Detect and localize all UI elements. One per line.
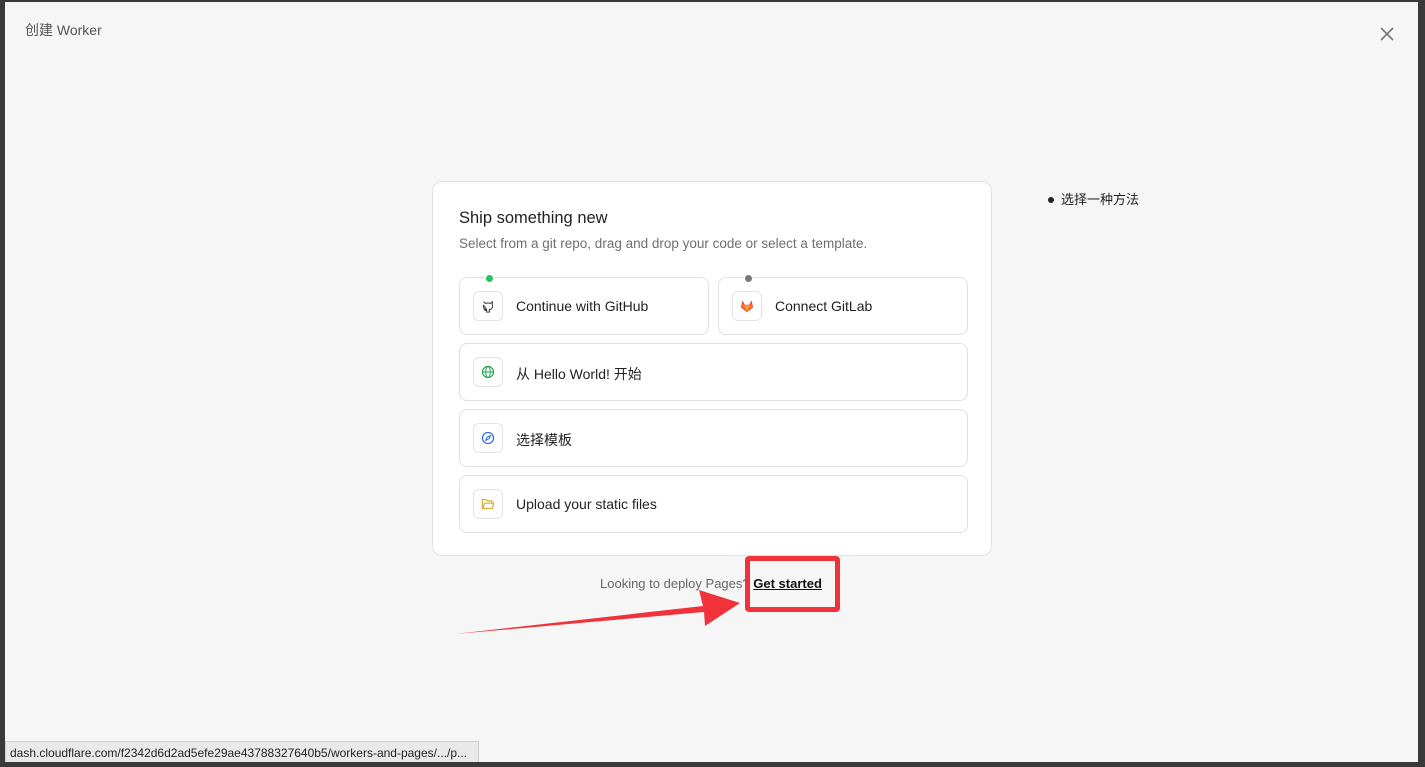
github-status-dot [485,274,494,283]
github-label: Continue with GitHub [516,298,649,314]
close-icon [1380,27,1394,41]
github-icon [482,301,494,313]
folder-icon-box [473,489,503,519]
globe-icon-box [473,357,503,387]
globe-icon [481,365,495,379]
status-bar-url: dash.cloudflare.com/f2342d6d2ad5efe29ae4… [5,741,479,762]
annotation-arrow-icon [455,590,740,634]
side-note-text: 选择一种方法 [1061,192,1140,207]
gitlab-icon [740,300,754,313]
gitlab-icon-box [732,291,762,321]
close-button[interactable] [1377,24,1397,44]
hello-world-label: 从 Hello World! 开始 [516,366,642,382]
compass-icon [481,431,495,445]
folder-icon [481,499,495,509]
github-icon-box [473,291,503,321]
continue-with-github-button[interactable]: Continue with GitHub [459,274,709,335]
select-template-button[interactable]: 选择模板 [459,409,968,467]
upload-static-files-button[interactable]: Upload your static files [459,475,968,533]
annotation-highlight-box [745,556,840,612]
modal-title: 创建 Worker [25,22,102,38]
bullet-icon [1048,196,1054,203]
connect-gitlab-button[interactable]: Connect GitLab [718,274,968,335]
card-title: Ship something new [459,209,608,227]
create-worker-modal: 创建 Worker Ship something new Select from… [5,2,1418,762]
card-subtitle: Select from a git repo, drag and drop yo… [459,236,868,251]
start-hello-world-button[interactable]: 从 Hello World! 开始 [459,343,968,401]
ship-card: Ship something new Select from a git rep… [432,181,992,556]
template-label: 选择模板 [516,432,572,448]
side-note: 选择一种方法 [1048,189,1139,208]
gitlab-status-dot [744,274,753,283]
upload-label: Upload your static files [516,496,657,512]
compass-icon-box [473,423,503,453]
gitlab-label: Connect GitLab [775,298,873,314]
